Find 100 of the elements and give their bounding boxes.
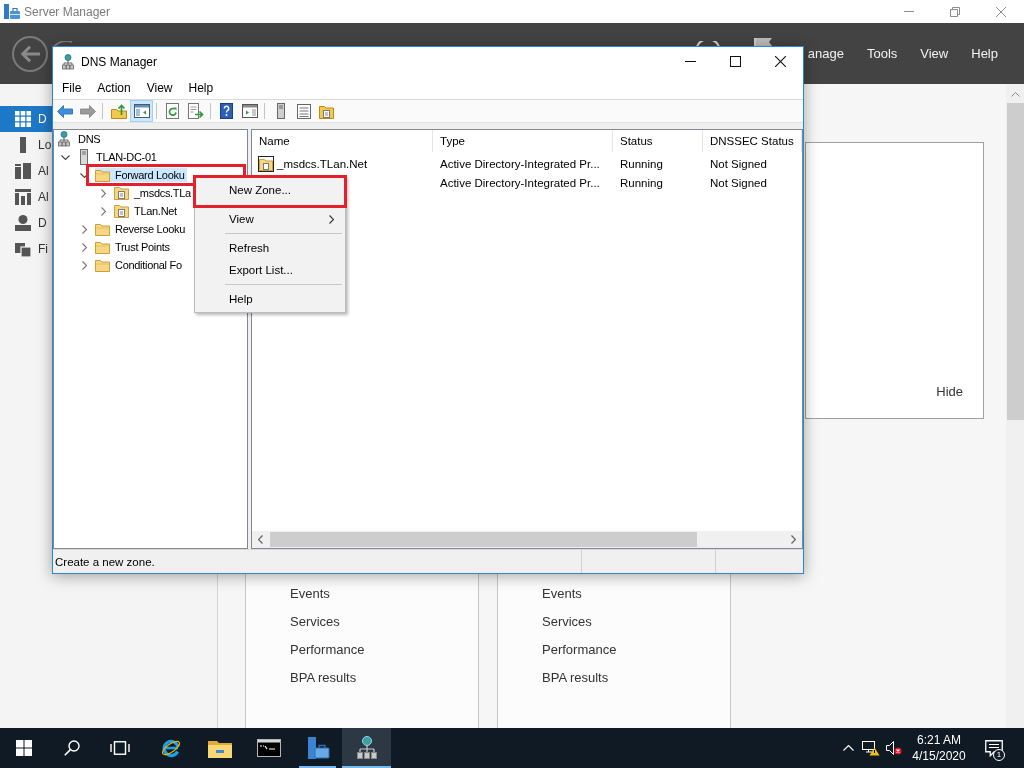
folder-icon [95, 258, 110, 272]
tile-link[interactable]: Events [542, 585, 582, 601]
folders-icon [15, 241, 31, 257]
tile-link[interactable]: Services [290, 613, 340, 629]
minimize-icon [904, 11, 914, 12]
nav-item[interactable]: D [0, 210, 52, 236]
vertical-scrollbar[interactable] [1006, 84, 1024, 728]
tile-link[interactable]: Performance [542, 641, 617, 657]
taskbar-app-button[interactable] [342, 728, 391, 768]
tree-item[interactable]: Trust Points [95, 240, 173, 254]
menu-item[interactable]: Action [89, 77, 139, 98]
chevron-right-icon[interactable] [81, 224, 87, 234]
arrow-left-icon [56, 104, 73, 118]
menu-item[interactable]: Help [180, 77, 222, 98]
menu-item[interactable]: View [138, 77, 181, 98]
chevron-left-icon[interactable] [258, 535, 263, 544]
nav-item[interactable]: Al [0, 184, 52, 210]
restore-icon [950, 6, 960, 17]
e-logo-icon [159, 737, 182, 759]
forward-button[interactable] [53, 41, 73, 46]
hide-link[interactable]: Hide [936, 384, 963, 399]
scrollbar-thumb[interactable] [270, 532, 697, 547]
menu-item[interactable]: New Zone... [197, 179, 343, 201]
ring-icon[interactable] [695, 41, 720, 46]
scrollbar-thumb[interactable] [1007, 103, 1024, 420]
tile-link[interactable]: Performance [290, 641, 365, 657]
nav-item[interactable]: D [0, 106, 52, 132]
help-icon [220, 103, 233, 119]
nav-item[interactable]: Fi [0, 236, 52, 262]
nav-item[interactable]: Al [0, 158, 52, 184]
chevron-right-icon[interactable] [81, 242, 87, 252]
folder-document-icon [319, 103, 334, 119]
flag-icon[interactable] [753, 38, 772, 46]
tile-link[interactable]: BPA results [542, 669, 609, 685]
maximize-icon [730, 56, 741, 67]
folder-icon [95, 222, 110, 236]
column-header[interactable]: Type [433, 130, 613, 152]
tree-item[interactable]: TLan.Net [114, 204, 180, 218]
action-center-button[interactable]: 1 [972, 728, 1016, 768]
menu-item[interactable]: View [920, 46, 949, 61]
back-button[interactable] [12, 35, 48, 72]
chevron-down-icon[interactable] [79, 172, 89, 178]
chevron-right-icon[interactable] [100, 206, 106, 216]
server-toolbox-icon [3, 3, 21, 20]
menu-item[interactable]: anage [807, 46, 844, 61]
network-tree-icon [356, 736, 377, 760]
menu-item[interactable]: Refresh [197, 237, 343, 259]
search-icon [64, 740, 80, 756]
tree-item[interactable]: _msdcs.TLa [114, 186, 194, 200]
minimize-icon [685, 61, 696, 62]
server-icon [276, 103, 285, 119]
nav-item[interactable]: Lo [0, 132, 52, 158]
tree-item[interactable]: Forward Looku [95, 168, 188, 182]
close-icon [996, 6, 1006, 17]
tree-item[interactable]: Reverse Looku [95, 222, 189, 236]
list-icon [296, 103, 311, 119]
servers-icon [15, 163, 31, 179]
menu-item[interactable]: Tools [866, 46, 898, 61]
tree-item[interactable]: TLAN-DC-01 [76, 150, 160, 164]
folder-icon [207, 738, 232, 758]
action-pane-icon [241, 104, 258, 118]
menu-item[interactable]: View [197, 208, 343, 230]
menu-item[interactable]: Export List... [197, 259, 343, 281]
column-header[interactable]: Name [252, 130, 433, 152]
window-title: Server Manager [24, 4, 111, 19]
chevron-up-icon [1010, 92, 1020, 97]
task-view-icon [110, 741, 130, 755]
chevron-right-icon[interactable] [100, 188, 106, 198]
horizontal-scrollbar[interactable] [252, 531, 802, 548]
arrow-right-icon [79, 104, 96, 118]
tile-link[interactable]: Events [290, 585, 330, 601]
tree-item[interactable]: Conditional Fo [95, 258, 185, 272]
clock[interactable]: 6:21 AM 4/15/2020 [906, 728, 972, 768]
tile-link[interactable]: Services [542, 613, 592, 629]
network-warning-icon [862, 740, 880, 756]
menu-item[interactable]: Help [197, 288, 343, 310]
column-header[interactable]: Status [613, 130, 703, 152]
notification-badge: 1 [993, 749, 1005, 761]
menu-item[interactable]: Help [971, 46, 998, 61]
building-icon [15, 189, 31, 205]
column-header[interactable]: DNSSEC Status [703, 130, 802, 152]
tile-link[interactable]: BPA results [290, 669, 357, 685]
chevron-down-icon[interactable] [60, 154, 70, 160]
table-cell: _msdcs.TLan.Net [277, 157, 368, 170]
table-cell-text: Active Directory-Integrated Pr... [439, 176, 601, 189]
folder-icon [95, 168, 110, 182]
server-toolbox-icon [305, 736, 330, 760]
terminal-icon [256, 739, 281, 757]
table-cell-text: Active Directory-Integrated Pr... [439, 157, 601, 170]
server-icon [80, 149, 88, 165]
speech-bubble-icon [985, 739, 1003, 757]
table-cell-text: Not Signed [709, 157, 768, 170]
chevron-right-icon[interactable] [81, 260, 87, 270]
table-cell-text: Running [619, 157, 664, 170]
arrow-left-icon [19, 44, 41, 63]
menu-item[interactable]: File [54, 77, 90, 98]
chevron-right-icon[interactable] [791, 535, 796, 544]
tree-item[interactable]: DNS [58, 132, 104, 146]
folder-document-icon [114, 204, 129, 218]
toolbar-button[interactable] [130, 100, 153, 122]
